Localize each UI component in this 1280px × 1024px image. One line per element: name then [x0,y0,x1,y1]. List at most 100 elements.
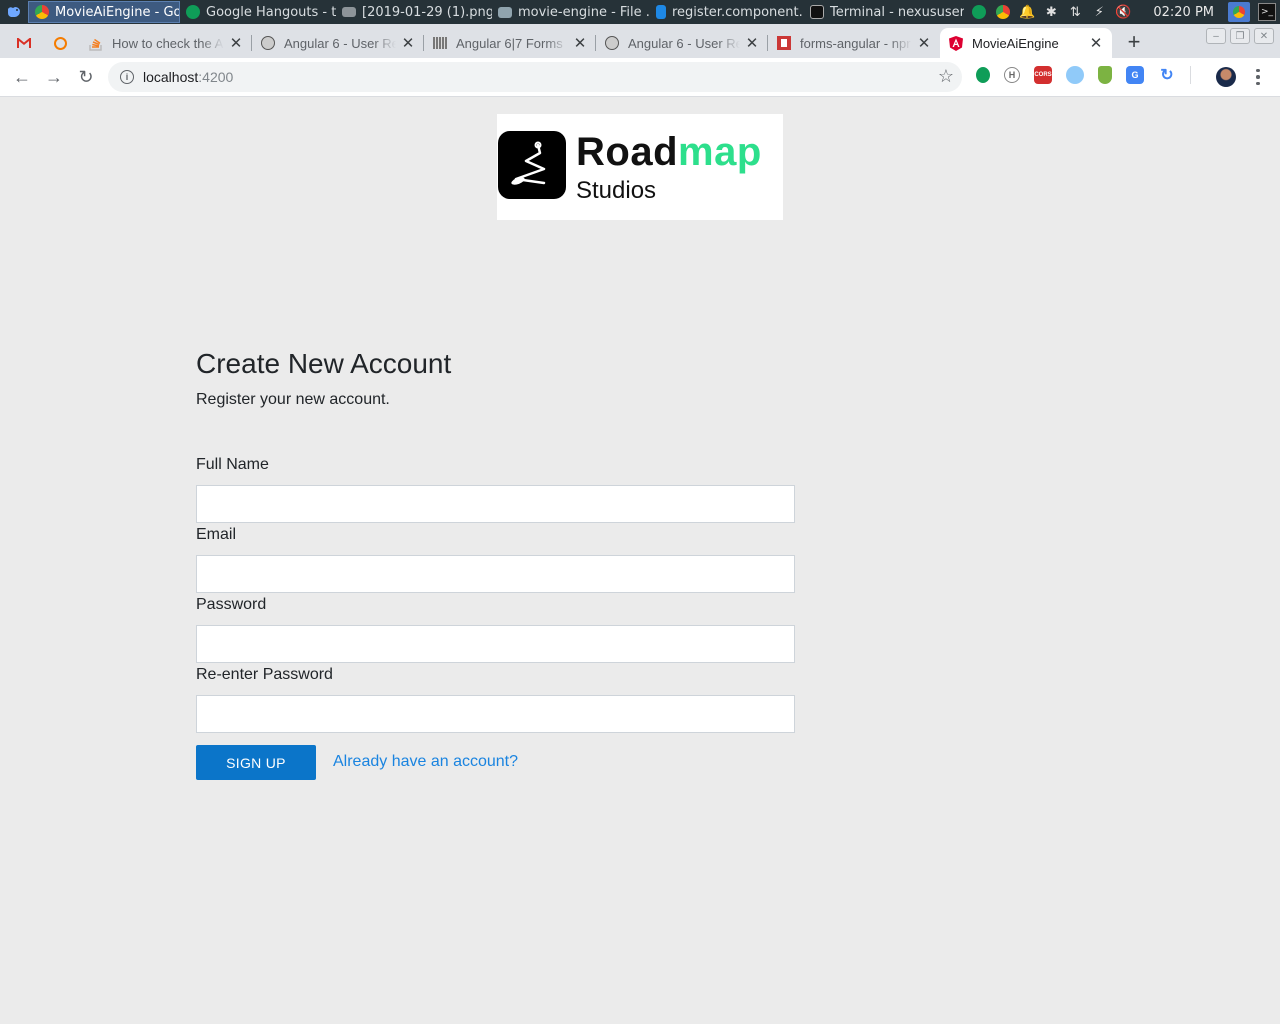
back-arrow-icon[interactable]: ← [6,61,38,93]
logo-word-highlight: map [678,130,762,174]
tab-angular-user-registration[interactable]: Angular 6 - User Re ✕ [252,28,424,58]
taskbar-item-hangouts[interactable]: Google Hangouts - tr... [180,1,336,23]
url-host: localhost [143,69,199,85]
tab-label: MovieAiEngine [972,35,1059,51]
power-icon[interactable]: ⚡ [1091,4,1107,20]
close-tab-icon[interactable]: ✕ [744,34,760,52]
tab-npm-forms-angular[interactable]: forms-angular - npr ✕ [768,28,940,58]
tab-label: forms-angular - npr [800,35,911,51]
volume-muted-icon[interactable]: 🔇 [1115,4,1131,20]
h-extension-icon[interactable]: H [1004,67,1020,83]
tab-movieaiengine[interactable]: MovieAiEngine ✕ [940,28,1112,58]
person-avatar-icon [260,35,276,51]
close-tab-icon[interactable]: ✕ [400,34,416,52]
tab-label: Angular 6|7 Forms [456,35,563,51]
angular-icon [948,35,964,51]
register-form: Create New Account Register your new acc… [196,346,796,780]
stackoverflow-icon [88,35,104,51]
clock: 02:20 PM [1153,4,1214,20]
chrome-tray-icon[interactable] [995,4,1011,20]
taskbar-item-image-viewer[interactable]: [2019-01-29 (1).png -... [336,1,492,23]
confirm-password-label: Re-enter Password [196,666,333,683]
hangouts-tray-icon[interactable] [971,4,987,20]
profile-avatar[interactable] [1216,67,1236,87]
roadmap-logo-mark-icon [498,131,566,199]
chrome-icon [35,5,49,19]
close-tab-icon[interactable]: ✕ [228,34,244,52]
taskbar-item-chrome[interactable]: MovieAiEngine - Goo... [28,1,180,23]
bookmark-star-icon[interactable]: ☆ [938,66,954,87]
roadmap-studios-logo: Roadmap Studios [497,114,783,220]
email-input[interactable] [196,555,795,593]
close-tab-icon[interactable]: ✕ [916,34,932,52]
close-tab-icon[interactable]: ✕ [572,34,588,52]
full-name-label: Full Name [196,456,269,473]
full-name-input[interactable] [196,485,795,523]
person-avatar-icon [604,35,620,51]
terminal-launcher-icon[interactable]: >_ [1258,3,1276,21]
tab-label: Angular 6 - User Re [628,35,740,51]
tab-label: Angular 6 - User Re [284,35,396,51]
notification-bell-icon[interactable]: 🔔 [1019,4,1035,20]
email-label: Email [196,526,237,543]
sign-up-button[interactable]: SIGN UP [196,745,316,780]
tab-angular-forms[interactable]: Angular 6|7 Forms ✕ [424,28,596,58]
reload-icon[interactable]: ↻ [70,61,102,93]
globe-extension-icon[interactable] [1066,66,1084,84]
restore-window-icon[interactable]: ❐ [1230,28,1250,44]
extensions-area: H CORS G ↻ [976,66,1191,84]
forward-arrow-icon[interactable]: → [38,61,70,93]
building-icon [432,35,448,51]
password-label: Password [196,596,267,613]
network-transfer-icon[interactable]: ⇅ [1067,4,1083,20]
page-subtitle: Register your new account. [196,391,390,408]
folder-icon [498,6,512,18]
close-tab-icon[interactable]: ✕ [1088,34,1104,52]
taskbar-item-label: register.component.... [672,4,804,20]
confirm-password-input[interactable] [196,695,795,733]
shield-extension-icon[interactable] [1098,66,1112,84]
chrome-menu-icon[interactable] [1252,66,1264,88]
password-input[interactable] [196,625,795,663]
tab-gmail[interactable] [8,28,44,58]
logo-wordmark: Roadmap [576,130,762,175]
system-tray: 🔔 ✱ ⇅ ⚡ 🔇 02:20 PM >_ [971,0,1280,24]
tab-stackoverflow[interactable]: How to check the A ✕ [80,28,252,58]
chrome-launcher-icon[interactable] [1228,2,1250,22]
browser-tab-strip: How to check the A ✕ Angular 6 - User Re… [0,24,1280,58]
logo-subtitle: Studios [576,177,657,204]
hangouts-icon [186,5,200,19]
taskbar-item-file-manager[interactable]: movie-engine - File ... [492,1,650,23]
window-controls: – ❐ ✕ [1206,28,1274,44]
close-window-icon[interactable]: ✕ [1254,28,1274,44]
logo-word-main: Road [576,130,678,174]
taskbar-item-terminal[interactable]: Terminal - nexususer... [804,1,964,23]
page-title: Create New Account [196,348,452,379]
taskbar-item-label: Google Hangouts - tr... [206,4,336,20]
vscode-icon [656,5,666,19]
gmail-icon [16,35,32,51]
address-bar[interactable]: i localhost:4200 ☆ [108,62,962,92]
tab-angular-user-registration-2[interactable]: Angular 6 - User Re ✕ [596,28,768,58]
login-link[interactable]: Already have an account? [333,753,518,771]
site-info-icon[interactable]: i [120,70,134,84]
npm-icon [776,35,792,51]
taskbar-item-label: movie-engine - File ... [518,4,650,20]
taskbar-item-label: Terminal - nexususer... [830,4,964,20]
url-port: :4200 [198,69,234,85]
taskbar-item-label: MovieAiEngine - Goo... [55,4,179,20]
taskbar-item-label: [2019-01-29 (1).png -... [362,4,492,20]
taskbar-item-vscode[interactable]: register.component.... [650,1,804,23]
bluetooth-icon[interactable]: ✱ [1043,4,1059,20]
new-tab-button[interactable]: + [1120,28,1148,56]
browser-toolbar: ← → ↻ i localhost:4200 ☆ H CORS G ↻ [0,58,1280,97]
translate-extension-icon[interactable]: G [1126,66,1144,84]
cors-extension-icon[interactable]: CORS [1034,66,1052,84]
tab-timer[interactable] [44,28,80,58]
tab-label: How to check the A [112,35,224,51]
hangouts-extension-icon[interactable] [976,67,990,83]
sync-extension-icon[interactable]: ↻ [1158,66,1176,84]
timer-icon [52,35,68,51]
app-menu-icon[interactable] [0,0,28,24]
minimize-window-icon[interactable]: – [1206,28,1226,44]
